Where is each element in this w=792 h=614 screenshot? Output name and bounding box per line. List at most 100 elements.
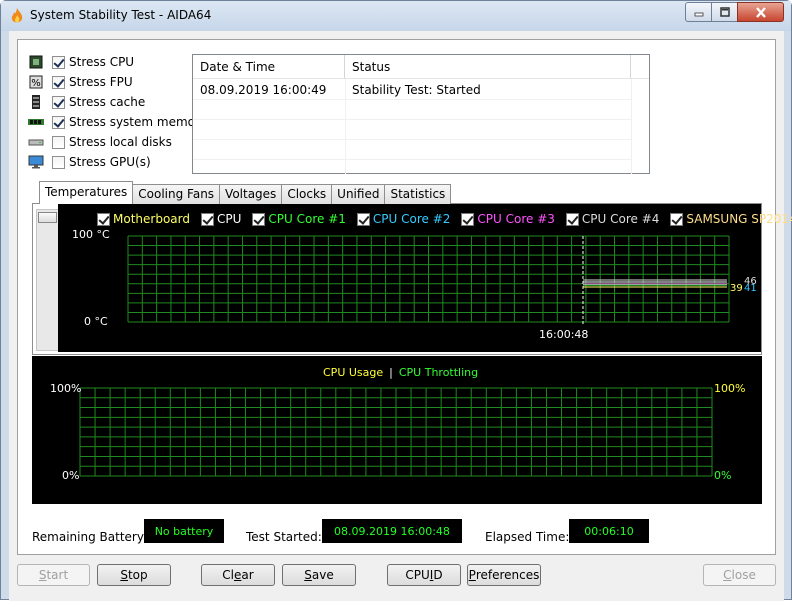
save-button[interactable]: Save bbox=[282, 564, 356, 586]
stress-cpu-label: Stress CPU bbox=[69, 55, 135, 69]
battery-value: No battery bbox=[144, 519, 224, 543]
test-started-label: Test Started: bbox=[246, 530, 322, 544]
legend-cpu-core-2[interactable]: CPU Core #2 bbox=[356, 212, 451, 226]
legend-motherboard[interactable]: Motherboard bbox=[97, 212, 190, 226]
legend-checkbox[interactable] bbox=[461, 212, 475, 226]
stress-disks-option[interactable]: Stress local disks bbox=[28, 133, 172, 151]
tab-strip: Temperatures Cooling Fans Voltages Clock… bbox=[39, 181, 452, 204]
stop-text: top bbox=[127, 568, 148, 582]
legend-checkbox[interactable] bbox=[200, 212, 214, 226]
stress-fpu-checkbox[interactable] bbox=[52, 75, 65, 89]
elapsed-time-label: Elapsed Time: bbox=[485, 530, 570, 544]
legend-cpu-usage[interactable]: CPU Usage bbox=[323, 366, 383, 379]
stress-gpu-option[interactable]: Stress GPU(s) bbox=[28, 153, 151, 171]
cache-memory-icon bbox=[32, 95, 40, 109]
legend-cpu-throttling[interactable]: CPU Throttling bbox=[399, 366, 478, 379]
legend-cpu[interactable]: CPU bbox=[200, 212, 242, 226]
legend-cpu-core-3[interactable]: CPU Core #3 bbox=[461, 212, 555, 226]
stress-gpu-checkbox[interactable] bbox=[52, 155, 65, 169]
elapsed-time-value: 00:06:10 bbox=[569, 519, 649, 543]
tab-voltages[interactable]: Voltages bbox=[219, 184, 283, 204]
column-header-status[interactable]: Status bbox=[345, 55, 631, 79]
row-divider bbox=[193, 119, 631, 120]
stress-cache-option[interactable]: Stress cache bbox=[28, 93, 145, 111]
stress-disks-label: Stress local disks bbox=[69, 135, 172, 149]
start-button[interactable]: Start bbox=[17, 564, 90, 586]
legend-label: CPU Core #4 bbox=[581, 212, 660, 226]
cpu-axis-right-max: 100% bbox=[714, 382, 746, 395]
close-accel: C bbox=[723, 568, 732, 582]
window-title: System Stability Test - AIDA64 bbox=[30, 8, 212, 22]
cpuid-button[interactable]: CPU I D bbox=[387, 564, 461, 586]
status-table[interactable]: Date & Time Status 08.09.2019 16:00:49 S… bbox=[192, 54, 650, 174]
stress-cache-label: Stress cache bbox=[69, 95, 146, 109]
clear-text: ar bbox=[241, 568, 254, 582]
tab-statistics[interactable]: Statistics bbox=[384, 184, 452, 204]
legend-label: SAMSUNG SP2014N bbox=[686, 212, 792, 226]
stop-accel: S bbox=[120, 568, 128, 582]
stress-memory-checkbox[interactable] bbox=[52, 115, 65, 129]
hard-disk-icon bbox=[28, 139, 44, 146]
slider-thumb[interactable] bbox=[38, 212, 57, 223]
legend-samsung-disk[interactable]: SAMSUNG SP2014N bbox=[670, 212, 792, 226]
table-cell-date-time[interactable]: 08.09.2019 16:00:49 bbox=[193, 80, 345, 100]
tab-cooling-fans[interactable]: Cooling Fans bbox=[132, 184, 221, 204]
cpu-axis-left-max: 100% bbox=[50, 382, 82, 395]
close-window-button[interactable] bbox=[737, 2, 784, 22]
cpu-axis-right-min: 0% bbox=[714, 469, 732, 482]
maximize-button[interactable] bbox=[711, 2, 738, 22]
maximize-icon bbox=[719, 7, 730, 17]
fpu-percent-icon: % bbox=[29, 75, 43, 89]
temp-axis-min-label: 0 °C bbox=[84, 315, 108, 328]
title-bar[interactable]: System Stability Test - AIDA64 bbox=[1, 1, 791, 31]
legend-cpu-core-1[interactable]: CPU Core #1 bbox=[252, 212, 346, 226]
clear-text-pre: Cl bbox=[222, 568, 235, 582]
stress-cache-checkbox[interactable] bbox=[52, 95, 65, 109]
clear-button[interactable]: Cl e ar bbox=[201, 564, 275, 586]
window: System Stability Test - AIDA64 Stress CP… bbox=[0, 0, 792, 601]
legend-label: CPU Core #2 bbox=[372, 212, 451, 226]
tab-unified[interactable]: Unified bbox=[331, 184, 386, 204]
row-divider bbox=[193, 139, 631, 140]
temperature-legend: Motherboard CPU CPU Core #1 CPU Core #2 … bbox=[97, 212, 792, 226]
stop-button[interactable]: Stop bbox=[97, 564, 171, 586]
main-panel: Stress CPU % Stress FPU Stress cache Str… bbox=[17, 39, 792, 555]
column-header-filler bbox=[631, 55, 649, 79]
stress-cpu-checkbox[interactable] bbox=[52, 55, 65, 69]
column-divider bbox=[631, 79, 632, 174]
tab-temperatures[interactable]: Temperatures bbox=[39, 181, 134, 204]
table-cell-status[interactable]: Stability Test: Started bbox=[345, 80, 631, 100]
stress-cpu-option[interactable]: Stress CPU bbox=[28, 53, 134, 71]
temp-time-label: 16:00:48 bbox=[539, 328, 589, 341]
close-button[interactable]: Close bbox=[703, 564, 776, 586]
preferences-accel: P bbox=[468, 568, 476, 582]
cpuid-text: D bbox=[433, 568, 443, 582]
row-divider bbox=[193, 159, 631, 160]
cpu-chip-icon bbox=[29, 55, 43, 69]
cpu-usage-graph: CPU Usage | CPU Throttling 100% 0% 100% … bbox=[32, 356, 762, 504]
stress-fpu-option[interactable]: % Stress FPU bbox=[28, 73, 133, 91]
stress-memory-option[interactable]: Stress system memory bbox=[28, 113, 207, 131]
graph-scale-slider[interactable] bbox=[36, 209, 59, 351]
temperature-graph: Motherboard CPU CPU Core #1 CPU Core #2 … bbox=[58, 204, 792, 352]
legend-cpu-core-4[interactable]: CPU Core #4 bbox=[565, 212, 660, 226]
legend-checkbox[interactable] bbox=[252, 212, 266, 226]
temp-value-label: 41 bbox=[744, 283, 757, 294]
stress-fpu-label: Stress FPU bbox=[69, 75, 133, 89]
preferences-button[interactable]: Preferences bbox=[467, 564, 541, 586]
minimize-button[interactable] bbox=[685, 2, 712, 22]
legend-label: CPU bbox=[216, 212, 242, 226]
clear-accel: e bbox=[234, 568, 242, 582]
column-header-date-time[interactable]: Date & Time bbox=[193, 55, 345, 79]
legend-checkbox[interactable] bbox=[97, 212, 110, 226]
cpu-grid-lines bbox=[79, 387, 713, 477]
stress-disks-checkbox[interactable] bbox=[52, 135, 65, 149]
battery-label: Remaining Battery: bbox=[32, 530, 148, 544]
legend-checkbox[interactable] bbox=[356, 212, 370, 226]
legend-checkbox[interactable] bbox=[565, 212, 579, 226]
client-area: Stress CPU % Stress FPU Stress cache Str… bbox=[9, 31, 792, 601]
tab-clocks[interactable]: Clocks bbox=[281, 184, 333, 204]
preferences-text: references bbox=[475, 568, 540, 582]
legend-checkbox[interactable] bbox=[670, 212, 684, 226]
svg-text:%: % bbox=[31, 78, 41, 89]
